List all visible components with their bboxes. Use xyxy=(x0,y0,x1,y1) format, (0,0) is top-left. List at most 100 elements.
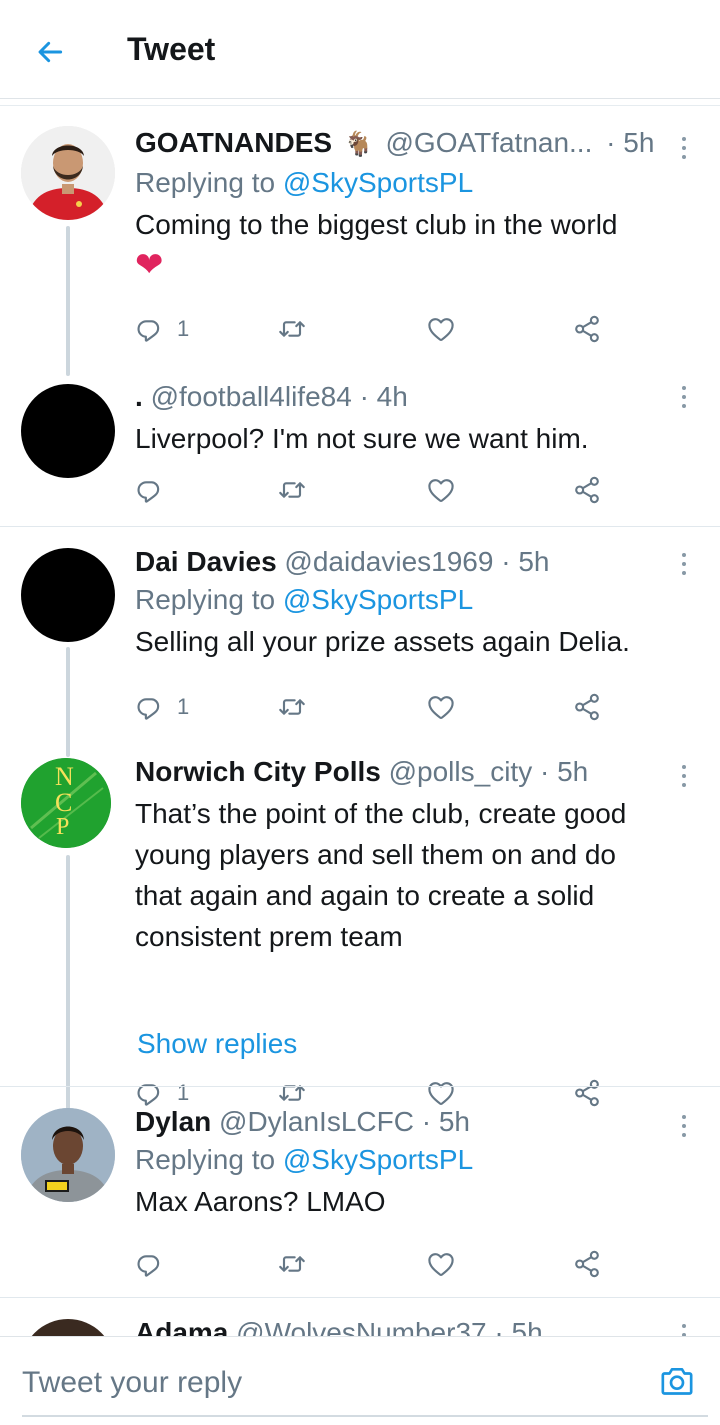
more-options-button[interactable] xyxy=(672,131,696,165)
reply-button[interactable]: 1 xyxy=(133,309,189,349)
reply-tweet[interactable]: Dai Davies @daidavies1969 · 5h Replying … xyxy=(0,527,720,757)
tweet-actions xyxy=(133,1244,613,1284)
more-vertical-icon xyxy=(682,1324,686,1328)
retweet-button[interactable] xyxy=(276,687,308,727)
reply-icon xyxy=(133,313,165,345)
avatar-image xyxy=(21,1108,115,1202)
reply-button[interactable] xyxy=(133,1244,165,1284)
share-button[interactable] xyxy=(571,1244,603,1284)
reply-icon xyxy=(133,1248,165,1280)
avatar-letter: P xyxy=(56,814,70,840)
more-options-button[interactable] xyxy=(672,547,696,581)
avatar[interactable] xyxy=(21,1108,115,1202)
back-button[interactable] xyxy=(26,30,74,74)
tweet-text-line: young players and sell them on and do xyxy=(135,839,616,870)
reply-button[interactable] xyxy=(133,470,165,510)
tweet-text: Liverpool? I'm not sure we want him. xyxy=(135,423,589,454)
display-name[interactable]: Dylan xyxy=(135,1106,211,1137)
handle[interactable]: @football4life84 xyxy=(151,381,352,412)
reply-tweet[interactable]: Dylan @DylanIsLCFC · 5h Replying to @Sky… xyxy=(0,1087,720,1297)
tweet-header: . @football4life84 · 4h xyxy=(135,380,680,414)
display-name[interactable]: Norwich City Polls xyxy=(135,756,381,787)
share-button[interactable] xyxy=(571,470,603,510)
show-replies-link[interactable]: Show replies xyxy=(137,1028,297,1060)
top-app-bar: Tweet xyxy=(0,0,720,106)
share-button[interactable] xyxy=(571,309,603,349)
tweet-text-line: That’s the point of the club, create goo… xyxy=(135,798,627,829)
reply-count: 1 xyxy=(177,694,190,719)
like-icon xyxy=(425,691,457,723)
more-vertical-icon xyxy=(682,137,686,141)
replies-feed[interactable]: GOATNANDES 🐐 @GOATfatnan... · 5h Replyin… xyxy=(0,106,720,1336)
display-name[interactable]: Dai Davies xyxy=(135,546,277,577)
tweet-actions xyxy=(133,470,613,510)
avatar[interactable]: N C P xyxy=(21,758,111,848)
like-button[interactable] xyxy=(425,687,457,727)
like-button[interactable] xyxy=(425,309,457,349)
heart-emoji-icon: ❤ xyxy=(135,246,164,284)
share-icon xyxy=(571,474,603,506)
retweet-icon xyxy=(276,313,308,345)
reply-tweet[interactable]: GOATNANDES 🐐 @GOATfatnan... · 5h Replyin… xyxy=(0,106,720,376)
reply-tweet[interactable]: N C P Norwich City Polls @polls_city · 5… xyxy=(0,737,720,1117)
handle[interactable]: @daidavies1969 xyxy=(284,546,493,577)
like-icon xyxy=(425,1248,457,1280)
display-name[interactable]: . xyxy=(135,381,143,412)
tweet-text: Coming to the biggest club in the world xyxy=(135,209,618,240)
retweet-button[interactable] xyxy=(276,309,308,349)
more-options-button[interactable] xyxy=(672,1318,696,1336)
timestamp: · 5h xyxy=(494,1317,543,1336)
thread-connector xyxy=(66,226,70,376)
like-icon xyxy=(425,313,457,345)
avatar[interactable] xyxy=(21,548,115,642)
reply-count: 1 xyxy=(177,316,190,341)
replying-to: Replying to @SkySportsPL xyxy=(135,167,474,198)
replying-to: Replying to @SkySportsPL xyxy=(135,584,474,615)
display-name[interactable]: GOATNANDES xyxy=(135,127,332,158)
tweet-text: Selling all your prize assets again Deli… xyxy=(135,626,630,657)
handle[interactable]: @DylanIsLCFC xyxy=(219,1106,414,1137)
camera-button[interactable] xyxy=(657,1361,697,1401)
avatar[interactable] xyxy=(21,384,115,478)
mention-link[interactable]: @SkySportsPL xyxy=(283,584,473,615)
tweet-text: Max Aarons? LMAO xyxy=(135,1186,386,1217)
more-options-button[interactable] xyxy=(672,1109,696,1143)
timestamp: · 5h xyxy=(421,1106,470,1137)
retweet-button[interactable] xyxy=(276,470,308,510)
reply-icon xyxy=(133,474,165,506)
handle[interactable]: @WolvesNumber37 xyxy=(236,1317,486,1336)
more-vertical-icon xyxy=(682,1115,686,1119)
handle[interactable]: @GOATfatnan... xyxy=(386,127,593,158)
mention-link[interactable]: @SkySportsPL xyxy=(283,167,473,198)
handle[interactable]: @polls_city xyxy=(389,756,533,787)
tweet-header: Norwich City Polls @polls_city · 5h xyxy=(135,755,680,789)
reply-button[interactable]: 1 xyxy=(133,687,189,727)
display-name[interactable]: Adama xyxy=(135,1317,228,1336)
timestamp: · 4h xyxy=(359,381,408,412)
back-arrow-icon xyxy=(38,41,63,63)
reply-tweet[interactable]: Adama @WolvesNumber37 · 5h xyxy=(0,1298,720,1336)
avatar[interactable] xyxy=(21,1319,115,1336)
share-icon xyxy=(571,313,603,345)
reply-tweet[interactable]: . @football4life84 · 4h Liverpool? I'm n… xyxy=(0,366,720,526)
page-title: Tweet xyxy=(127,31,216,67)
more-options-button[interactable] xyxy=(672,759,696,793)
mention-link[interactable]: @SkySportsPL xyxy=(283,1144,473,1175)
share-icon xyxy=(571,691,603,723)
like-button[interactable] xyxy=(425,470,457,510)
avatar-image xyxy=(21,126,115,220)
avatar[interactable] xyxy=(21,126,115,220)
tweet-header: GOATNANDES 🐐 @GOATfatnan... · 5h xyxy=(135,126,680,162)
timestamp: · 5h xyxy=(606,127,655,158)
like-icon xyxy=(425,474,457,506)
camera-icon xyxy=(661,1368,693,1395)
retweet-button[interactable] xyxy=(276,1244,308,1284)
like-button[interactable] xyxy=(425,1244,457,1284)
reply-icon xyxy=(133,691,165,723)
more-options-button[interactable] xyxy=(672,380,696,414)
reply-input[interactable] xyxy=(22,1361,622,1405)
share-button[interactable] xyxy=(571,687,603,727)
more-vertical-icon xyxy=(682,765,686,769)
goat-emoji-icon: 🐐 xyxy=(343,131,374,158)
tweet-actions: 1 xyxy=(133,309,613,349)
